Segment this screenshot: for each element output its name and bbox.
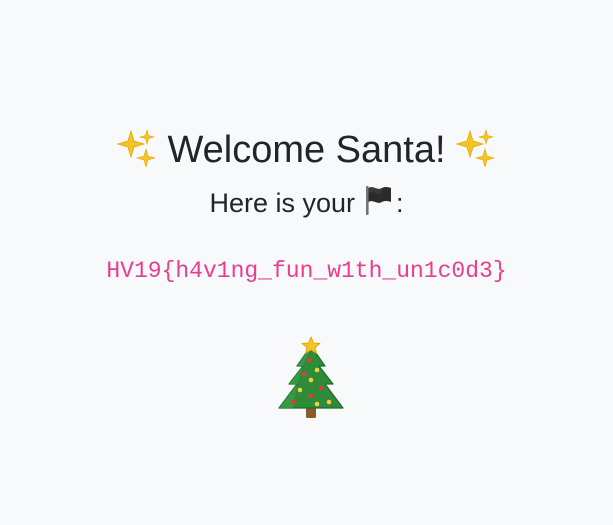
black-flag-icon [366, 185, 392, 215]
christmas-tree-icon [278, 336, 344, 418]
message-prefix: Here is your [209, 187, 356, 218]
message-suffix: : [396, 187, 404, 218]
flag-message: Here is your : [0, 183, 613, 221]
page-title: Welcome Santa! [0, 123, 613, 175]
page: Welcome Santa! Here is your : HV19{h4v1n… [0, 0, 613, 525]
sparkles-icon [117, 129, 157, 168]
title-text: Welcome Santa! [167, 129, 446, 172]
flag-code: HV19{h4v1ng_fun_w1th_un1c0d3} [106, 258, 507, 284]
sparkles-icon [455, 129, 495, 168]
